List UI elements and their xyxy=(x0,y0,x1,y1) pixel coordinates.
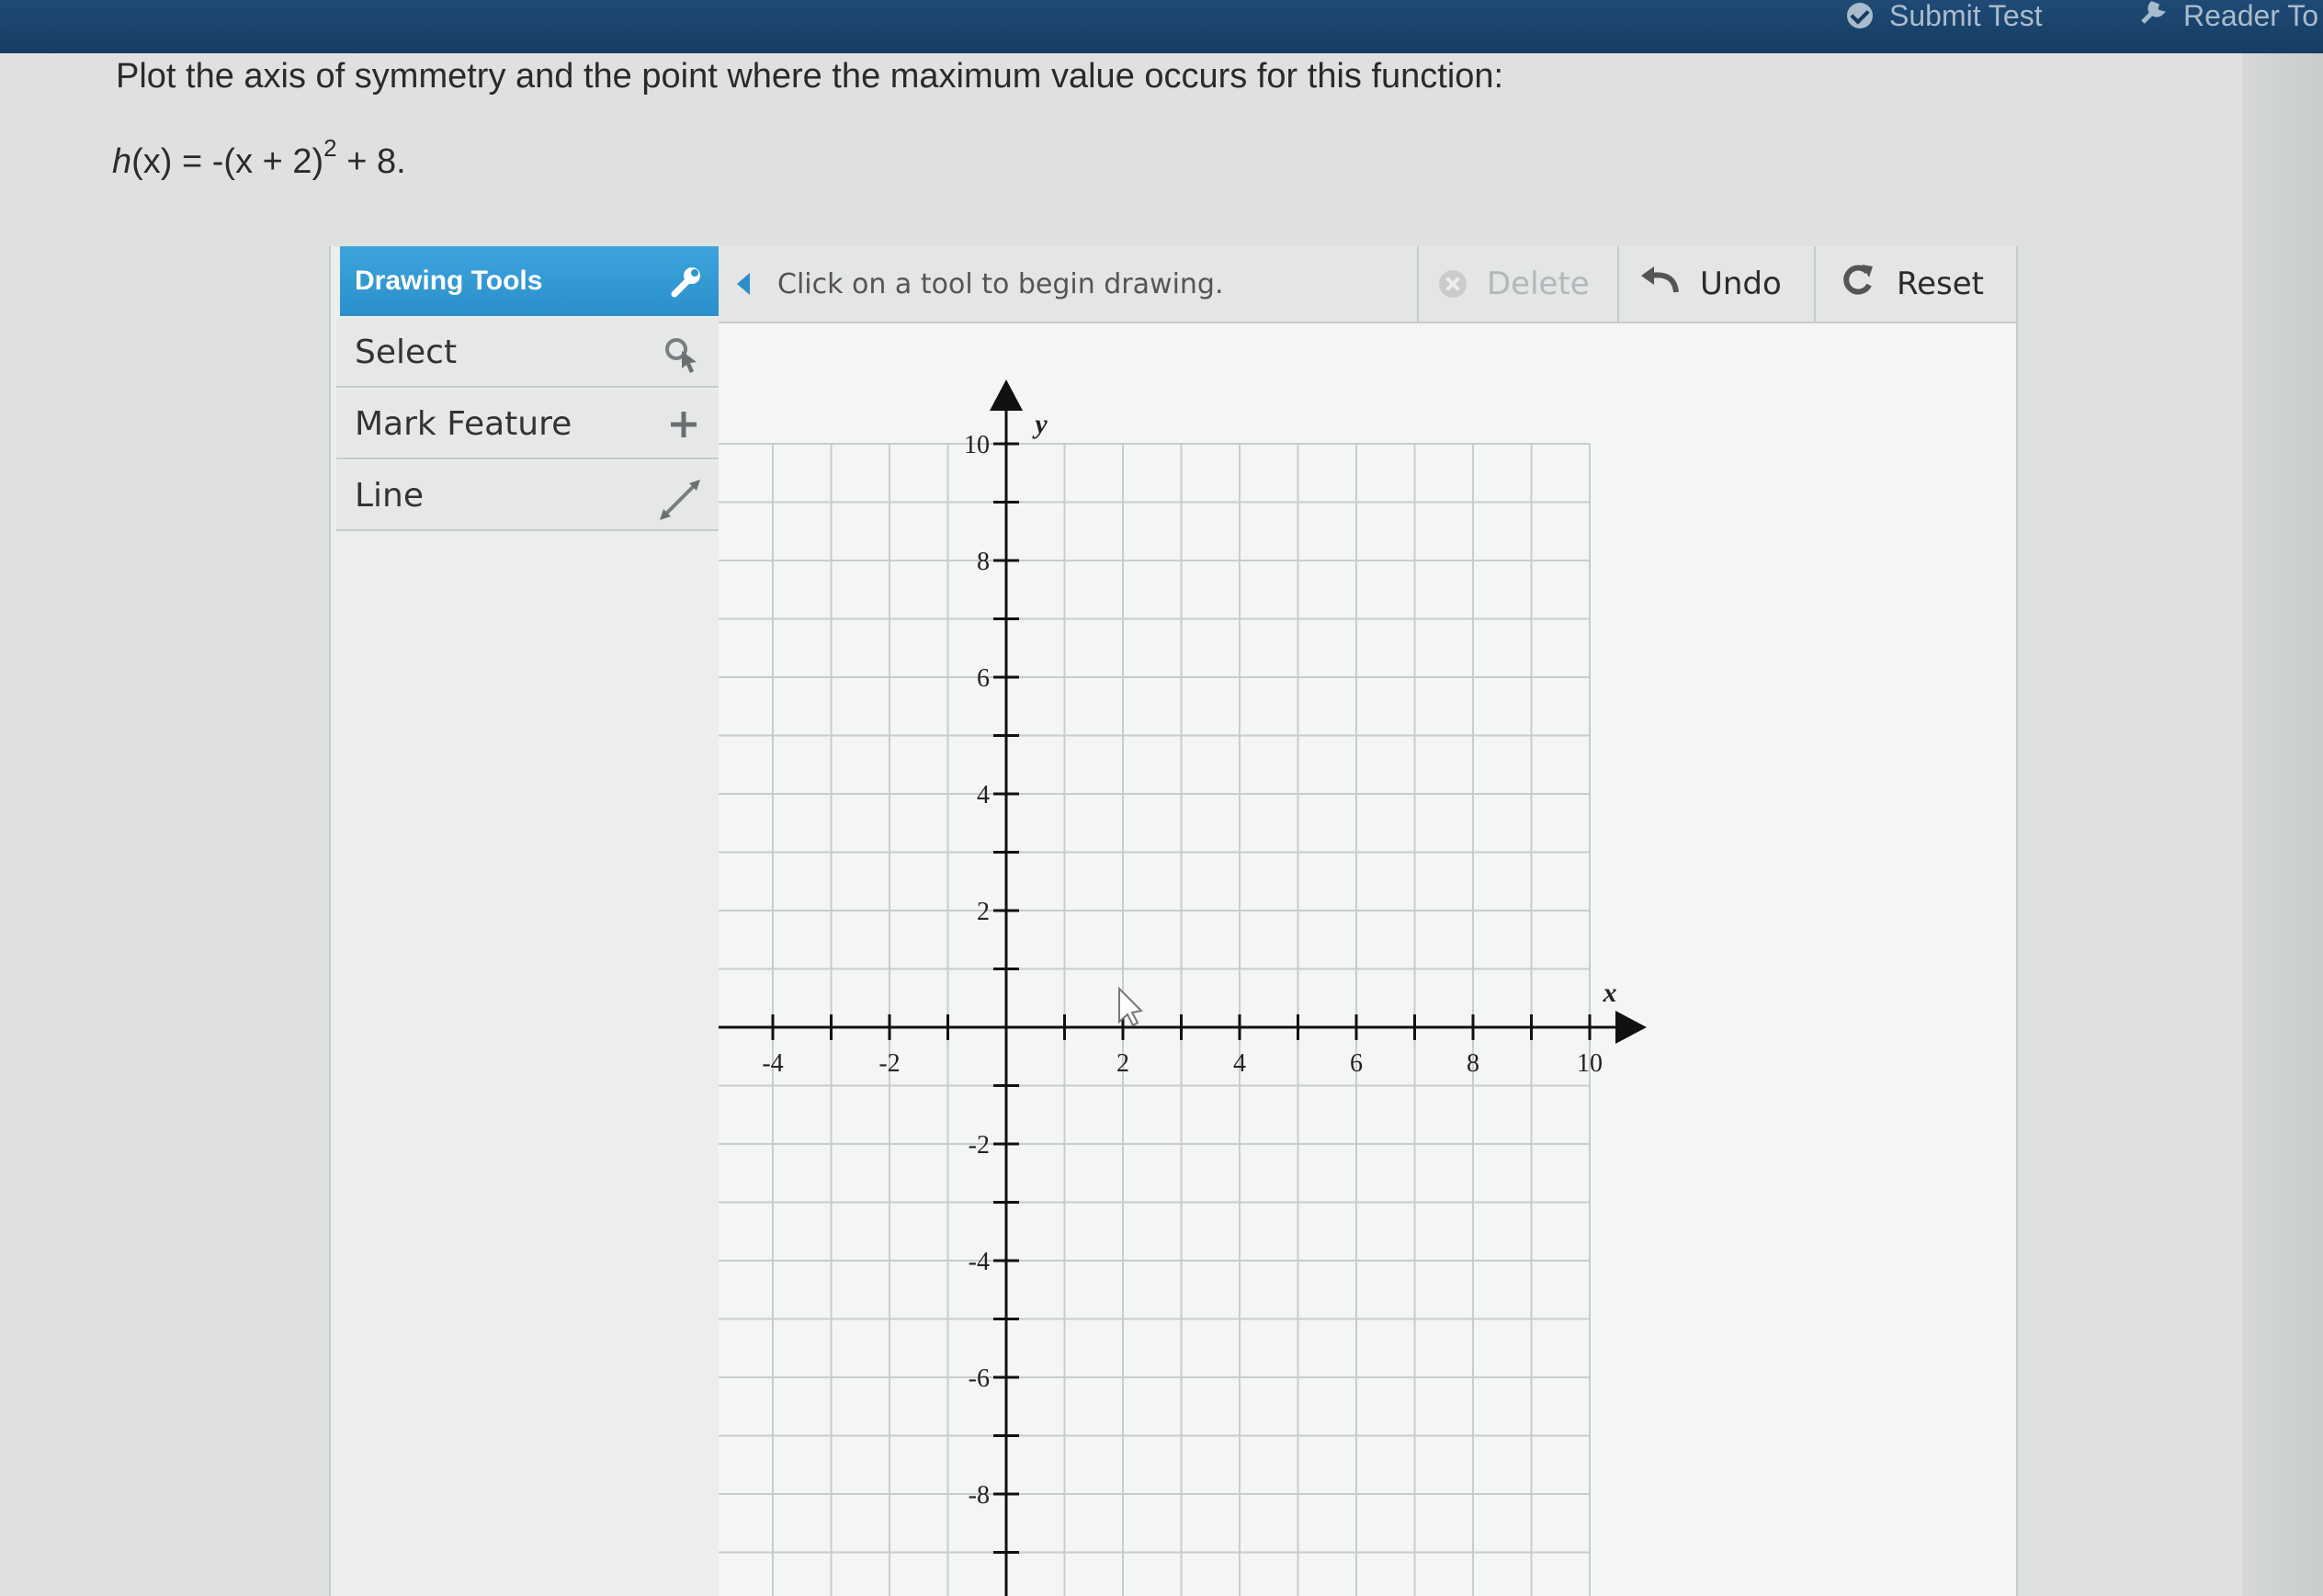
reader-tools-button[interactable]: Reader To xyxy=(2139,0,2319,33)
tool-mark-feature-label: Mark Feature xyxy=(355,404,572,443)
reset-icon xyxy=(1840,263,1875,306)
y-tick-label: -4 xyxy=(969,1248,990,1276)
undo-label: Undo xyxy=(1700,266,1782,302)
line-icon xyxy=(658,478,702,530)
y-axis-name: y xyxy=(1032,409,1048,439)
function-formula: h(x) = -(x + 2)2 + 8. xyxy=(112,136,406,182)
tool-line[interactable]: Line xyxy=(336,461,719,531)
formula-argument: (x) xyxy=(131,142,173,181)
status-message: Click on a tool to begin drawing. xyxy=(777,267,1224,300)
page-edge xyxy=(2242,53,2323,1596)
plus-icon xyxy=(665,406,702,451)
formula-exponent: 2 xyxy=(323,134,337,162)
tool-mark-feature[interactable]: Mark Feature xyxy=(336,390,719,459)
status-area: Click on a tool to begin drawing. xyxy=(719,246,1419,322)
delete-label: Delete xyxy=(1487,266,1590,302)
tool-sidebar: Drawing Tools Select Mark Feature Line xyxy=(331,246,720,1596)
tool-line-label: Line xyxy=(355,476,425,515)
check-circle-icon xyxy=(1847,3,1873,28)
graph-svg[interactable]: -10-8-6-4-2246810108642-2-4-6-8xy xyxy=(719,323,2016,1596)
x-tick-label: 10 xyxy=(1577,1049,1603,1078)
x-axis-name: x xyxy=(1603,978,1617,1008)
reset-button[interactable]: Reset xyxy=(1816,246,2016,322)
undo-icon xyxy=(1639,265,1680,304)
y-tick-label: 4 xyxy=(977,781,990,809)
top-bar: Submit Test Reader To xyxy=(0,0,2323,53)
drawing-toolbar: Click on a tool to begin drawing. Delete… xyxy=(719,246,2016,323)
x-tick-label: -2 xyxy=(878,1049,900,1078)
x-tick-label: 6 xyxy=(1350,1049,1363,1078)
x-tick-label: 4 xyxy=(1233,1049,1246,1078)
wrench-icon xyxy=(669,265,704,307)
drawing-tools-header: Drawing Tools xyxy=(340,246,719,316)
tool-select[interactable]: Select xyxy=(336,318,719,388)
drawing-tools-title: Drawing Tools xyxy=(355,266,543,296)
y-tick-label: 2 xyxy=(977,898,990,926)
undo-button[interactable]: Undo xyxy=(1619,246,1816,322)
formula-function-name: h xyxy=(112,142,132,181)
x-tick-label: -4 xyxy=(762,1049,783,1078)
y-tick-label: 6 xyxy=(977,664,990,693)
y-tick-label: 10 xyxy=(964,431,990,459)
formula-body: = -(x + 2) xyxy=(172,142,324,181)
graph-background xyxy=(719,323,2016,1596)
y-tick-label: -8 xyxy=(969,1481,990,1510)
x-tick-label: 8 xyxy=(1467,1049,1479,1078)
y-tick-label: 8 xyxy=(977,548,990,576)
submit-test-button[interactable]: Submit Test xyxy=(1847,0,2043,32)
question-prompt: Plot the axis of symmetry and the point … xyxy=(116,57,1504,96)
delete-x-icon xyxy=(1439,270,1467,298)
tool-select-label: Select xyxy=(355,333,458,371)
reader-tools-label: Reader To xyxy=(2183,0,2319,32)
reset-label: Reset xyxy=(1897,266,1984,302)
x-tick-label: 2 xyxy=(1116,1049,1129,1078)
drawing-widget: Drawing Tools Select Mark Feature Line C… xyxy=(329,246,2018,1596)
wrench-icon xyxy=(2139,0,2167,33)
submit-test-label: Submit Test xyxy=(1889,0,2043,32)
coordinate-plane[interactable]: -10-8-6-4-2246810108642-2-4-6-8xy xyxy=(719,323,2016,1596)
select-pointer-icon xyxy=(662,334,702,383)
formula-constant: + 8. xyxy=(336,142,406,181)
y-tick-label: -6 xyxy=(969,1364,990,1393)
y-tick-label: -2 xyxy=(969,1131,990,1160)
collapse-arrow-icon[interactable] xyxy=(737,273,750,295)
delete-button[interactable]: Delete xyxy=(1419,246,1619,322)
